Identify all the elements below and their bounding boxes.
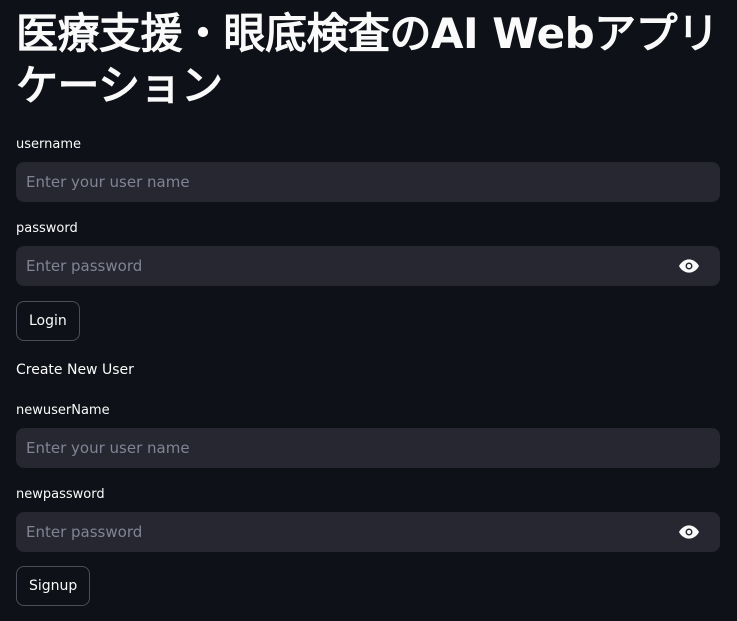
password-input[interactable] <box>16 246 720 286</box>
username-input-wrapper <box>16 162 720 202</box>
newusername-input[interactable] <box>16 428 720 468</box>
signup-button-wrap: Signup <box>16 566 91 606</box>
eye-icon-svg <box>679 525 699 539</box>
signup-button[interactable]: Signup <box>16 566 91 606</box>
login-button-wrap: Login <box>16 301 80 341</box>
create-user-heading: Create New User <box>16 362 134 378</box>
password-group: password <box>16 221 720 286</box>
newusername-group: newuserName <box>16 403 720 468</box>
newpassword-input-wrapper <box>16 512 720 552</box>
password-label: password <box>16 221 78 236</box>
newusername-label: newuserName <box>16 403 110 418</box>
username-label: username <box>16 137 81 152</box>
newpassword-label: newpassword <box>16 487 105 502</box>
login-button[interactable]: Login <box>16 301 80 341</box>
newusername-input-wrapper <box>16 428 720 468</box>
username-group: username <box>16 137 720 202</box>
eye-icon[interactable] <box>678 256 700 276</box>
eye-icon-svg <box>679 259 699 273</box>
page-title: 医療支援・眼底検査のAI Webアプリケーション <box>16 9 719 110</box>
create-user-section: Create New User <box>16 361 134 379</box>
password-input-wrapper <box>16 246 720 286</box>
newpassword-group: newpassword <box>16 487 720 552</box>
newpassword-input[interactable] <box>16 512 720 552</box>
eye-icon[interactable] <box>678 522 700 542</box>
username-input[interactable] <box>16 162 720 202</box>
app-page: 医療支援・眼底検査のAI Webアプリケーション username passwo… <box>0 0 737 621</box>
